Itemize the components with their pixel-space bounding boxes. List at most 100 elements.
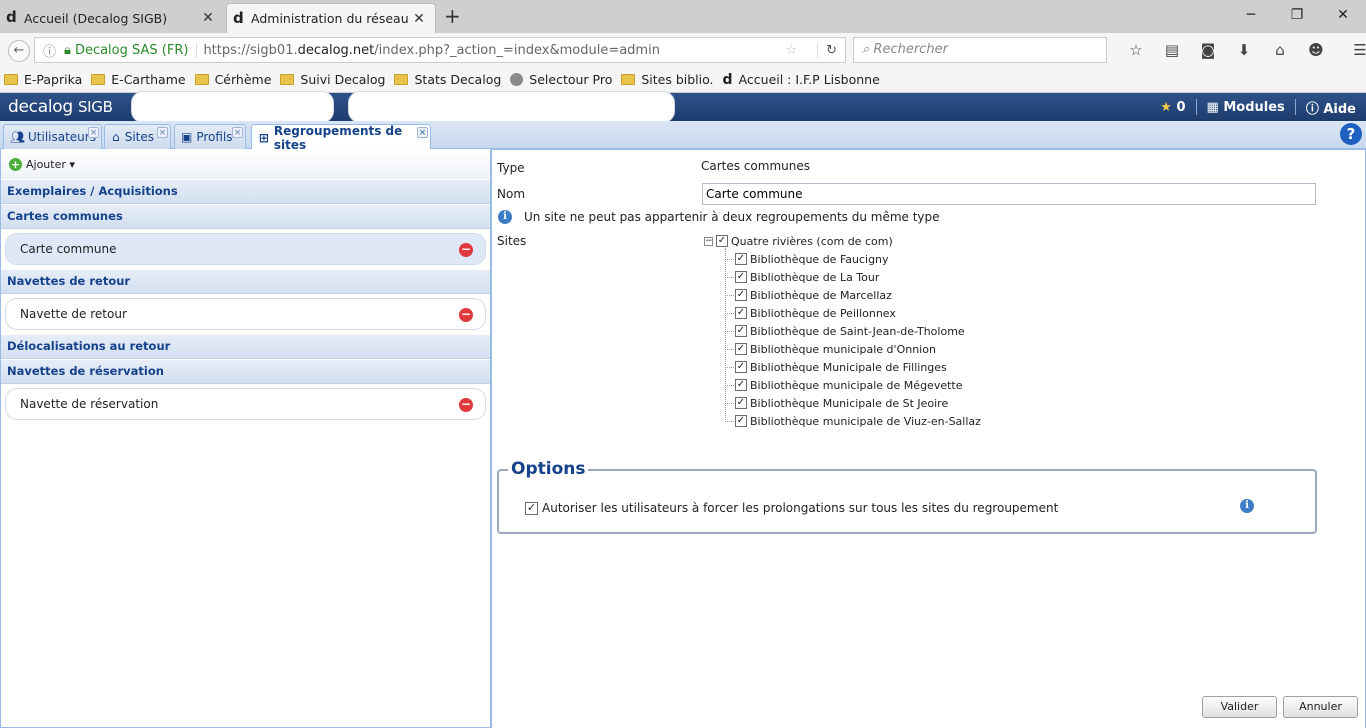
close-tab-icon[interactable]: × [417, 127, 428, 138]
bookmark-item[interactable]: Selectour Pro [510, 72, 612, 87]
library-icon[interactable]: ▤ [1154, 41, 1190, 59]
site-identity: Decalog SAS (FR) [75, 42, 198, 58]
tab-profils[interactable]: ▣ Profils × [174, 124, 246, 149]
close-tab-icon[interactable]: × [157, 127, 168, 138]
close-window-icon[interactable]: ✕ [1320, 0, 1366, 30]
home-icon[interactable]: ⌂ [1262, 41, 1298, 59]
delete-icon[interactable]: − [459, 308, 473, 322]
network-icon: ⊞ [258, 130, 269, 145]
site-checkbox[interactable]: ✓ [735, 343, 747, 355]
group-item-label: Navette de retour [20, 307, 127, 321]
browser-tab-accueil[interactable]: d Accueil (Decalog SIGB) ✕ [0, 3, 224, 33]
site-node: ✓ Bibliothèque Municipale de Fillinges [704, 358, 981, 376]
info-icon[interactable]: i [1240, 499, 1254, 513]
group-header[interactable]: Délocalisations au retour [1, 334, 490, 359]
tab-sites[interactable]: ⌂ Sites × [104, 124, 171, 149]
help-icon[interactable]: ? [1340, 123, 1362, 145]
add-button[interactable]: Ajouter ▾ [26, 158, 75, 171]
url-bar[interactable]: ⓘ 🔒︎ Decalog SAS (FR) https://sigb01.dec… [34, 37, 846, 63]
group-item[interactable]: Navette de réservation − [5, 388, 486, 420]
close-tab-icon[interactable]: ✕ [200, 10, 216, 26]
bookmark-item[interactable]: Suivi Decalog [280, 72, 385, 87]
option-checkbox[interactable]: ✓ [525, 501, 538, 515]
new-tab-icon[interactable]: + [444, 4, 461, 28]
collapse-icon[interactable]: − [704, 236, 713, 246]
site-checkbox[interactable]: ✓ [735, 289, 747, 301]
group-header[interactable]: Navettes de retour [1, 269, 490, 294]
user-link[interactable]: 👤︎ Monsieur le Formateur [130, 91, 334, 123]
app-tabs: 👥︎ Utilisateurs × ⌂ Sites × ▣ Profils × ⊞ Regro… [0, 121, 1366, 152]
sites-label: Sites [497, 234, 527, 248]
help-button[interactable]: ⓘ Aide [1306, 98, 1356, 117]
site-checkbox[interactable]: ✓ [716, 235, 728, 247]
bookmark-star-icon[interactable]: ☆ [1118, 41, 1154, 59]
decalog-icon: d [722, 71, 733, 88]
tab-regroupements[interactable]: ⊞ Regroupements de sites × [251, 124, 431, 152]
search-icon: ⌕ [862, 42, 874, 57]
browser-tab-administration[interactable]: d Administration du réseau ... ✕ [226, 3, 436, 33]
site-label: Bibliothèque de Peillonnex [750, 306, 896, 320]
reader-icon[interactable]: ☆ [785, 43, 817, 58]
nom-input[interactable] [702, 183, 1316, 205]
modules-button[interactable]: ▦ Modules [1207, 100, 1285, 115]
home-icon: ⌂ [362, 100, 372, 114]
group-header[interactable]: Navettes de réservation [1, 359, 490, 384]
site-node: ✓ Bibliothèque de Marcellaz [704, 286, 981, 304]
site-node: ✓ Bibliothèque de Faucigny [704, 250, 981, 268]
close-tab-icon[interactable]: ✕ [411, 11, 427, 27]
validate-button[interactable]: Valider [1202, 696, 1277, 718]
group-item[interactable]: Navette de retour − [5, 298, 486, 330]
restore-icon[interactable]: ❐ [1274, 0, 1320, 30]
browser-nav-bar: ← ⓘ 🔒︎ Decalog SAS (FR) https://sigb01.d… [0, 33, 1366, 67]
site-checkbox[interactable]: ✓ [735, 415, 747, 427]
close-tab-icon[interactable]: × [232, 127, 243, 138]
decalog-favicon-icon: d [233, 9, 244, 27]
bookmarks-bar: E-Paprika E-Carthame Cérhème Suivi Decalog S… [0, 67, 1366, 93]
app-header: decalog SIGB 👤︎ Monsieur le Formateur ⌂ Bi… [0, 91, 1366, 123]
type-value: Cartes communes [701, 159, 810, 173]
site-checkbox[interactable]: ✓ [735, 271, 747, 283]
tab-utilisateurs[interactable]: 👥︎ Utilisateurs × [3, 124, 102, 149]
site-checkbox[interactable]: ✓ [735, 253, 747, 265]
site-checkbox[interactable]: ✓ [735, 397, 747, 409]
bookmark-item[interactable]: Sites biblio. [621, 72, 714, 87]
site-checkbox[interactable]: ✓ [735, 307, 747, 319]
site-label: Bibliothèque de La Tour [750, 270, 880, 284]
site-checkbox[interactable]: ✓ [735, 379, 747, 391]
delete-icon[interactable]: − [459, 398, 473, 412]
info-icon[interactable]: ⓘ [35, 41, 60, 60]
bookmark-item[interactable]: d Accueil : I.F.P Lisbonne [723, 72, 880, 88]
site-label: Bibliothèque de Marcellaz [750, 288, 892, 302]
back-icon[interactable]: ← [8, 40, 30, 62]
pocket-icon[interactable]: ◙ [1190, 41, 1226, 59]
site-checkbox[interactable]: ✓ [735, 325, 747, 337]
minimize-icon[interactable]: ─ [1228, 0, 1274, 30]
library-link[interactable]: ⌂ Bibliothèque municipale de Viuz-en-Sall… [347, 91, 676, 123]
bookmark-item[interactable]: Stats Decalog [394, 72, 501, 87]
delete-icon[interactable]: − [459, 243, 473, 257]
close-tab-icon[interactable]: × [88, 127, 99, 138]
reload-icon[interactable]: ↻ [817, 42, 845, 58]
bookmark-item[interactable]: E-Carthame [91, 72, 186, 87]
group-header[interactable]: Exemplaires / Acquisitions [1, 179, 490, 204]
bookmark-item[interactable]: E-Paprika [4, 72, 82, 87]
download-icon[interactable]: ⬇ [1226, 41, 1262, 59]
site-checkbox[interactable]: ✓ [735, 361, 747, 373]
profile-icon: ▣ [181, 130, 193, 144]
menu-icon[interactable]: ☰ [1342, 41, 1366, 59]
search-input[interactable]: ⌕ Rechercher [853, 37, 1107, 63]
group-header[interactable]: Cartes communes [1, 204, 490, 229]
cancel-button[interactable]: Annuler [1283, 696, 1358, 718]
site-node: ✓ Bibliothèque de La Tour [704, 268, 981, 286]
bookmark-item[interactable]: Cérhème [194, 72, 271, 87]
group-item[interactable]: Carte commune − [5, 233, 486, 265]
detail-panel: Type Cartes communes Nom i Un site ne pe… [491, 149, 1366, 728]
notifications[interactable]: ★ 0 [1160, 100, 1185, 115]
site-node: ✓ Bibliothèque de Peillonnex [704, 304, 981, 322]
info-note: i Un site ne peut pas appartenir à deux … [498, 210, 940, 224]
options-title: Options [508, 459, 589, 479]
browser-tab-title: Administration du réseau ... [251, 11, 411, 26]
emoji-icon[interactable]: ☻ [1298, 41, 1334, 59]
folder-icon [4, 74, 18, 85]
site-label: Bibliothèque de Saint-Jean-de-Tholome [750, 324, 965, 338]
